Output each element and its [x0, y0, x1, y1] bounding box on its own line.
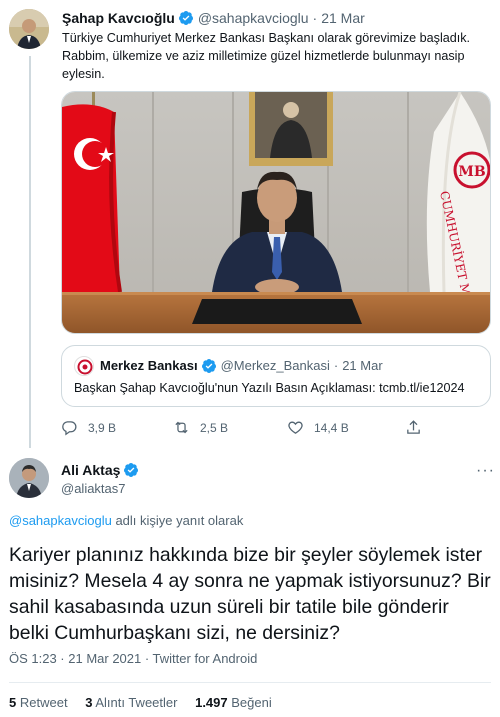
tweet-text-line: misiniz? Mesela 4 ay sonra ne yapmak ist…: [9, 570, 491, 592]
quotes-stat[interactable]: 3 Alıntı Tweetler: [85, 695, 177, 710]
divider: [9, 682, 491, 683]
tweet-text-line: Kariyer planınız hakkında bize bir şeyle…: [9, 544, 483, 566]
like-button[interactable]: 14,4 B: [287, 419, 349, 436]
verified-badge-icon: [178, 11, 193, 25]
retweet-icon: [175, 421, 188, 434]
tweet-text-line: eylesin.: [62, 67, 105, 81]
likes-label: Beğeni: [231, 695, 272, 710]
verified-badge-icon: [201, 359, 216, 373]
like-count: 14,4 B: [314, 420, 349, 435]
reply-to-suffix: adlı kişiye yanıt olarak: [111, 513, 244, 528]
author-handle[interactable]: @aliaktas7: [61, 480, 126, 498]
reply-to-link[interactable]: @sahapkavcioglu: [9, 513, 112, 528]
likes-stat[interactable]: 1.497 Beğeni: [195, 695, 272, 710]
reply-count: 3,9 B: [88, 420, 117, 435]
tweet-date[interactable]: 21 Mar: [321, 9, 365, 27]
tweet-stats: 5 Retweet 3 Alıntı Tweetler 1.497 Beğeni: [9, 694, 286, 712]
tweet-text-line: Türkiye Cumhuriyet Merkez Bankası Başkan…: [62, 31, 471, 45]
tweet-timestamp[interactable]: ÖS 1:23 · 21 Mar 2021 · Twitter for Andr…: [9, 650, 257, 668]
tweet-text-line: sahil kasabasında uzun süreli bir tatile…: [9, 596, 449, 618]
quoted-author-handle[interactable]: @Merkez_Bankasi: [221, 357, 330, 375]
tweet-header: Şahap Kavcıoğlu @sahapkavcioglu · 21 Mar: [62, 9, 365, 27]
likes-count: 1.497: [195, 695, 228, 710]
tweet-text: Türkiye Cumhuriyet Merkez Bankası Başkan…: [62, 29, 490, 83]
share-button[interactable]: [405, 419, 432, 436]
retweet-button[interactable]: 2,5 B: [173, 419, 228, 436]
tweet-photo[interactable]: MB CUMHURİYET MERKEZ BANKASI: [61, 91, 491, 334]
quotes-label: Alıntı Tweetler: [95, 695, 178, 710]
author-name[interactable]: Şahap Kavcıoğlu: [62, 9, 175, 27]
quoted-author-name[interactable]: Merkez Bankası: [100, 357, 198, 375]
photo-illustration: MB CUMHURİYET MERKEZ BANKASI: [62, 92, 490, 333]
author-handle[interactable]: @sahapkavcioglu: [198, 9, 309, 27]
tweet-text-line: Rabbim, ülkemize ve aziz milletimize güz…: [62, 49, 465, 63]
reply-context: @sahapkavcioglu adlı kişiye yanıt olarak: [9, 512, 243, 530]
retweets-count: 5: [9, 695, 17, 710]
tweet-header: Ali Aktaş: [61, 461, 143, 479]
separator: ·: [333, 358, 339, 373]
tweet-actions: 3,9 B 2,5 B 14,4 B: [61, 419, 431, 439]
quoted-tweet[interactable]: Merkez Bankası @Merkez_Bankasi · 21 Mar …: [61, 345, 491, 407]
more-options-button[interactable]: ···: [476, 462, 495, 480]
tweet-text: Kariyer planınız hakkında bize bir şeyle…: [9, 542, 493, 646]
share-icon: [407, 420, 420, 434]
reply-icon: [62, 421, 77, 436]
tweet-text-line: belki Cumhurbaşkanı sizi, ne dersiniz?: [9, 622, 340, 644]
reply-button[interactable]: 3,9 B: [61, 419, 116, 436]
retweets-stat[interactable]: 5 Retweet: [9, 695, 68, 710]
heart-icon: [288, 421, 303, 434]
quoted-tweet-header: Merkez Bankası @Merkez_Bankasi · 21 Mar: [74, 356, 383, 376]
retweet-count: 2,5 B: [200, 420, 229, 435]
verified-badge-icon: [124, 463, 139, 477]
avatar[interactable]: [9, 458, 49, 498]
thread-connector-line: [29, 56, 31, 448]
separator: ·: [312, 10, 318, 26]
quoted-tweet-text: Başkan Şahap Kavcıoğlu'nun Yazılı Basın …: [74, 381, 465, 395]
avatar[interactable]: [9, 9, 49, 49]
author-name[interactable]: Ali Aktaş: [61, 461, 120, 479]
quoted-avatar[interactable]: [74, 356, 94, 376]
retweets-label: Retweet: [19, 695, 68, 710]
quotes-count: 3: [85, 695, 93, 710]
quoted-tweet-date[interactable]: 21 Mar: [342, 357, 382, 375]
tcmb-logo-text: MB: [458, 164, 485, 180]
